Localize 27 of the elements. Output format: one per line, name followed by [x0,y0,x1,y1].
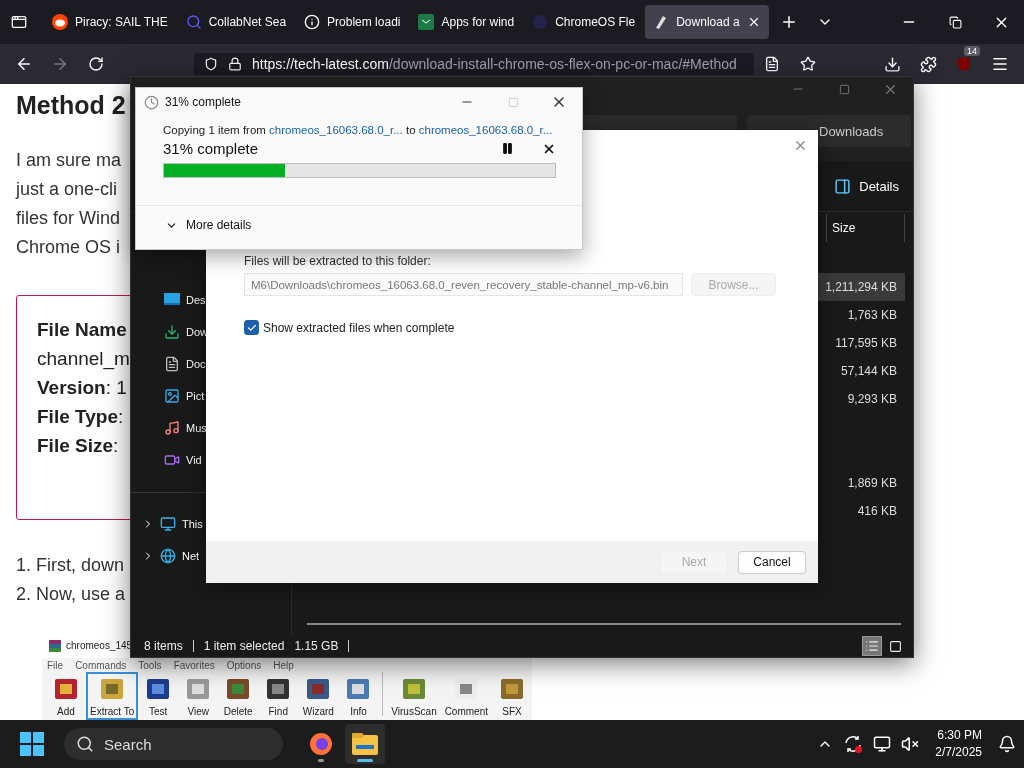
checkbox-label: Show extracted files when complete [263,320,455,335]
info-line: channel_m [37,347,130,372]
selection-info: 1 item selected [203,639,285,653]
item-count: 8 items [144,639,183,653]
paragraph-line: Chrome OS i [16,236,121,259]
copy-description: Copying 1 item from chromeos_16063.68.0_r... to chromeos_16063.68.0_r... [163,124,554,136]
paragraph-line: files for Wind [16,207,121,230]
list-item: 2. Now, use a [16,583,126,606]
dialog-title: 31% complete [165,95,242,109]
size-cell: 1,211,294 KB [825,280,897,294]
info-line: File Name [37,318,127,342]
folder-label: Files will be extracted to this folder: [244,254,432,268]
size-cell: 416 KB [857,504,897,518]
paragraph-line: just a one-cli [16,178,118,201]
window-title: chromeos_145 [66,640,133,651]
size-cell: 9,293 KB [847,392,897,406]
count-badge: 14 [964,46,980,56]
info-line: File Type: [37,405,124,429]
paragraph-line: I am sure ma [16,149,122,172]
progress-status: 31% complete [163,140,259,157]
size-cell: 1,869 KB [847,476,897,490]
selection-size: 1.15 GB [294,639,339,653]
info-line: File Size: [37,434,119,458]
size-cell: 57,144 KB [840,364,897,378]
info-line: Version: 1 [37,376,127,400]
article-heading: Method 2 [16,90,126,121]
list-item: 1. First, down [16,554,125,577]
